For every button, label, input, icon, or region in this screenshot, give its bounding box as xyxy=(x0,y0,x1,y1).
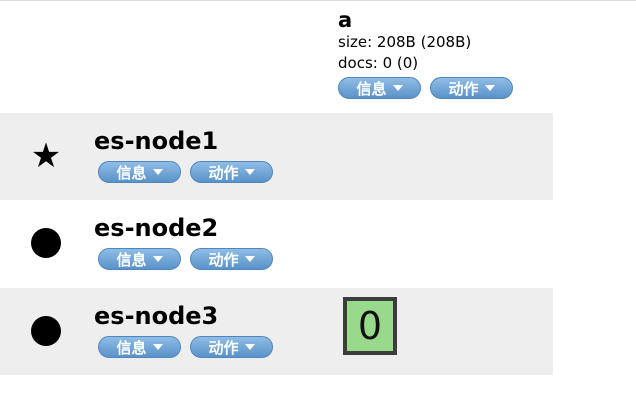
node-dot-icon xyxy=(30,227,62,259)
caret-down-icon xyxy=(392,85,403,91)
caret-down-icon xyxy=(244,169,255,175)
node-info-label: 信息 xyxy=(116,338,147,357)
node-action-label: 动作 xyxy=(208,163,239,182)
node-name: es-node3 xyxy=(94,302,219,330)
node-button-group: 信息 动作 xyxy=(98,248,273,270)
node-info-button[interactable]: 信息 xyxy=(98,336,181,358)
index-name: a xyxy=(338,8,353,32)
node-row-es-node3: es-node3 信息 动作 xyxy=(0,288,553,375)
node-info-label: 信息 xyxy=(116,163,147,182)
node-button-group: 信息 动作 xyxy=(98,161,273,183)
master-star-icon: ★ xyxy=(30,136,62,176)
index-button-group: 信息 动作 xyxy=(338,77,513,99)
index-info-button[interactable]: 信息 xyxy=(338,77,421,99)
node-action-button[interactable]: 动作 xyxy=(190,161,273,183)
node-dot-icon xyxy=(30,315,62,347)
node-row-es-node1: ★ es-node1 信息 动作 xyxy=(0,113,553,200)
caret-down-icon xyxy=(484,85,495,91)
caret-down-icon xyxy=(152,169,163,175)
node-action-button[interactable]: 动作 xyxy=(190,336,273,358)
caret-down-icon xyxy=(152,256,163,262)
top-divider xyxy=(0,0,636,1)
node-action-label: 动作 xyxy=(208,250,239,269)
index-action-button[interactable]: 动作 xyxy=(430,77,513,99)
caret-down-icon xyxy=(244,344,255,350)
caret-down-icon xyxy=(244,256,255,262)
index-size: size: 208B (208B) xyxy=(338,33,472,51)
node-row-es-node2: es-node2 信息 动作 xyxy=(0,200,553,287)
node-button-group: 信息 动作 xyxy=(98,336,273,358)
index-docs: docs: 0 (0) xyxy=(338,54,419,72)
node-name: es-node1 xyxy=(94,127,219,155)
node-info-button[interactable]: 信息 xyxy=(98,248,181,270)
index-action-label: 动作 xyxy=(448,79,479,98)
node-info-button[interactable]: 信息 xyxy=(98,161,181,183)
node-name: es-node2 xyxy=(94,214,219,242)
index-info-label: 信息 xyxy=(356,79,387,98)
index-column-a: a size: 208B (208B) docs: 0 (0) 信息 动作 xyxy=(338,8,513,99)
shard-0[interactable]: 0 xyxy=(343,297,397,355)
node-info-label: 信息 xyxy=(116,250,147,269)
node-action-label: 动作 xyxy=(208,338,239,357)
node-action-button[interactable]: 动作 xyxy=(190,248,273,270)
caret-down-icon xyxy=(152,344,163,350)
